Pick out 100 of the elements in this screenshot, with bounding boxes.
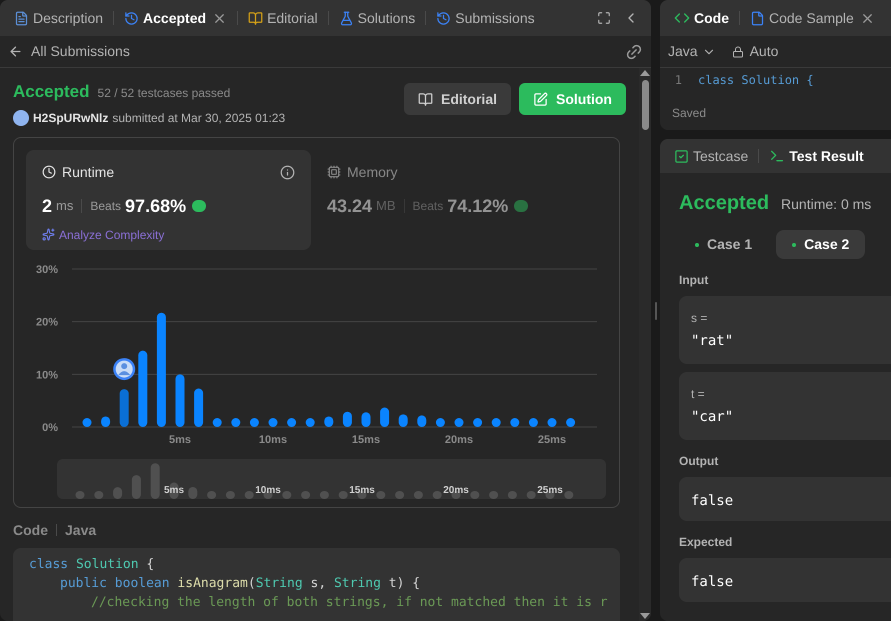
stat-card[interactable]: Runtime 2 ms Beats 97.68% Analyze Complexity [26,150,311,250]
parameter-value: "car" [691,408,734,426]
axis-label: 0% [42,422,58,434]
parameter-name: t = [691,386,706,402]
document-icon [14,10,29,26]
bar [342,411,352,426]
bar [82,418,92,426]
stat-title: Runtime [62,162,114,182]
history-icon [124,10,140,26]
axis-label: 15ms [352,434,380,446]
tab[interactable]: Solutions [332,4,422,32]
tab[interactable]: Description [8,4,110,32]
bar [324,416,334,426]
bar [212,418,222,426]
editorial-button[interactable]: Editorial [404,83,511,115]
beats-percent: 74.12% [447,194,508,218]
save-status: Saved [671,105,708,122]
parameter-name: s = [691,310,708,326]
info-icon[interactable] [280,164,295,180]
bar [120,388,129,426]
book-icon [418,92,433,106]
bar [510,418,520,426]
submission-time: submitted at Mar 30, 2025 01:23 [112,110,286,126]
back-link[interactable]: All Submissions [8,41,130,62]
file-icon [750,10,765,26]
axis-label: 20ms [444,434,474,446]
axis-label: 5ms [168,434,192,446]
result-status: Accepted [679,191,770,216]
bar [473,418,482,426]
scrollbar[interactable] [639,68,651,621]
bar [566,418,576,426]
line-number: 1 [674,72,683,89]
tab[interactable]: Testcase [668,142,754,170]
edit-icon [533,92,548,106]
overview-label: 10ms [255,484,281,498]
stat-value: 43.24 [327,194,372,218]
bar [231,418,240,426]
parameter-value: false [691,572,734,592]
range-overview[interactable]: 5ms 10ms 15ms 20ms 25ms [57,458,606,498]
sparkle-icon [42,228,55,241]
terminal-icon [769,148,786,164]
tab[interactable]: Test Result [763,142,870,170]
bar [436,418,445,426]
parameter-value: "rat" [691,332,734,350]
bar [268,418,278,426]
overview-label: 25ms [537,484,563,498]
stat-title: Memory [347,162,398,182]
tab[interactable]: Submissions [430,4,541,32]
axis-label: 25ms [538,434,566,446]
axis-label: 10% [36,368,58,381]
case-tab[interactable]: Case 2 [776,230,866,259]
section-label: Expected [679,534,734,551]
mode-toggle[interactable]: Auto [732,41,778,62]
bar [287,418,296,426]
code-line: class Solution { [698,72,814,89]
fullscreen-icon[interactable] [597,11,611,25]
tab[interactable]: Code [668,4,735,32]
bar [492,418,501,426]
code-line: public boolean isAnagram(String s, String t) { [60,574,420,592]
bar [417,414,426,426]
section-label: Input [679,272,710,289]
tab[interactable]: Code Sample [744,4,881,32]
bar [398,414,408,426]
bar [194,388,204,426]
lock-icon [732,46,744,58]
language-dropdown[interactable]: Java [668,41,716,62]
beats-percent: 97.68% [125,194,186,218]
bar [250,418,259,426]
bar [528,418,538,426]
flask-icon [338,10,354,26]
clock-icon [42,165,56,179]
bar [548,418,556,426]
section-title: Code [13,520,48,540]
bar [380,407,390,426]
checkbox-icon [674,148,689,164]
tab[interactable]: Editorial [242,4,324,32]
stat-unit: ms [56,197,74,216]
overview-label: 15ms [349,484,375,498]
book-icon [248,10,264,26]
bar [101,416,110,426]
overview-label: 20ms [443,484,469,498]
language-label: Java [65,520,96,540]
avatar-marker-icon [113,358,136,380]
stat-value: 2 [42,194,52,218]
bar [176,374,184,426]
resize-handle[interactable] [654,302,656,320]
code-line: class Solution { [29,556,154,574]
bar [362,412,370,426]
runtime-text: Runtime: 0 ms [781,195,872,214]
testcases-count: 52 / 52 testcases passed [98,85,230,102]
overview-label: 5ms [164,484,184,498]
section-label: Output [679,453,720,470]
parameter-value: false [691,492,734,510]
code-line: //checking the length of both strings, if not matched then it is r [91,594,608,612]
username[interactable]: H2SpURwNlz [33,108,108,126]
bar [306,418,315,426]
case-tab[interactable]: Case 1 [679,230,768,259]
chip-icon [327,165,341,179]
tab[interactable]: Accepted [118,4,234,32]
beats-label: Beats [90,198,122,215]
